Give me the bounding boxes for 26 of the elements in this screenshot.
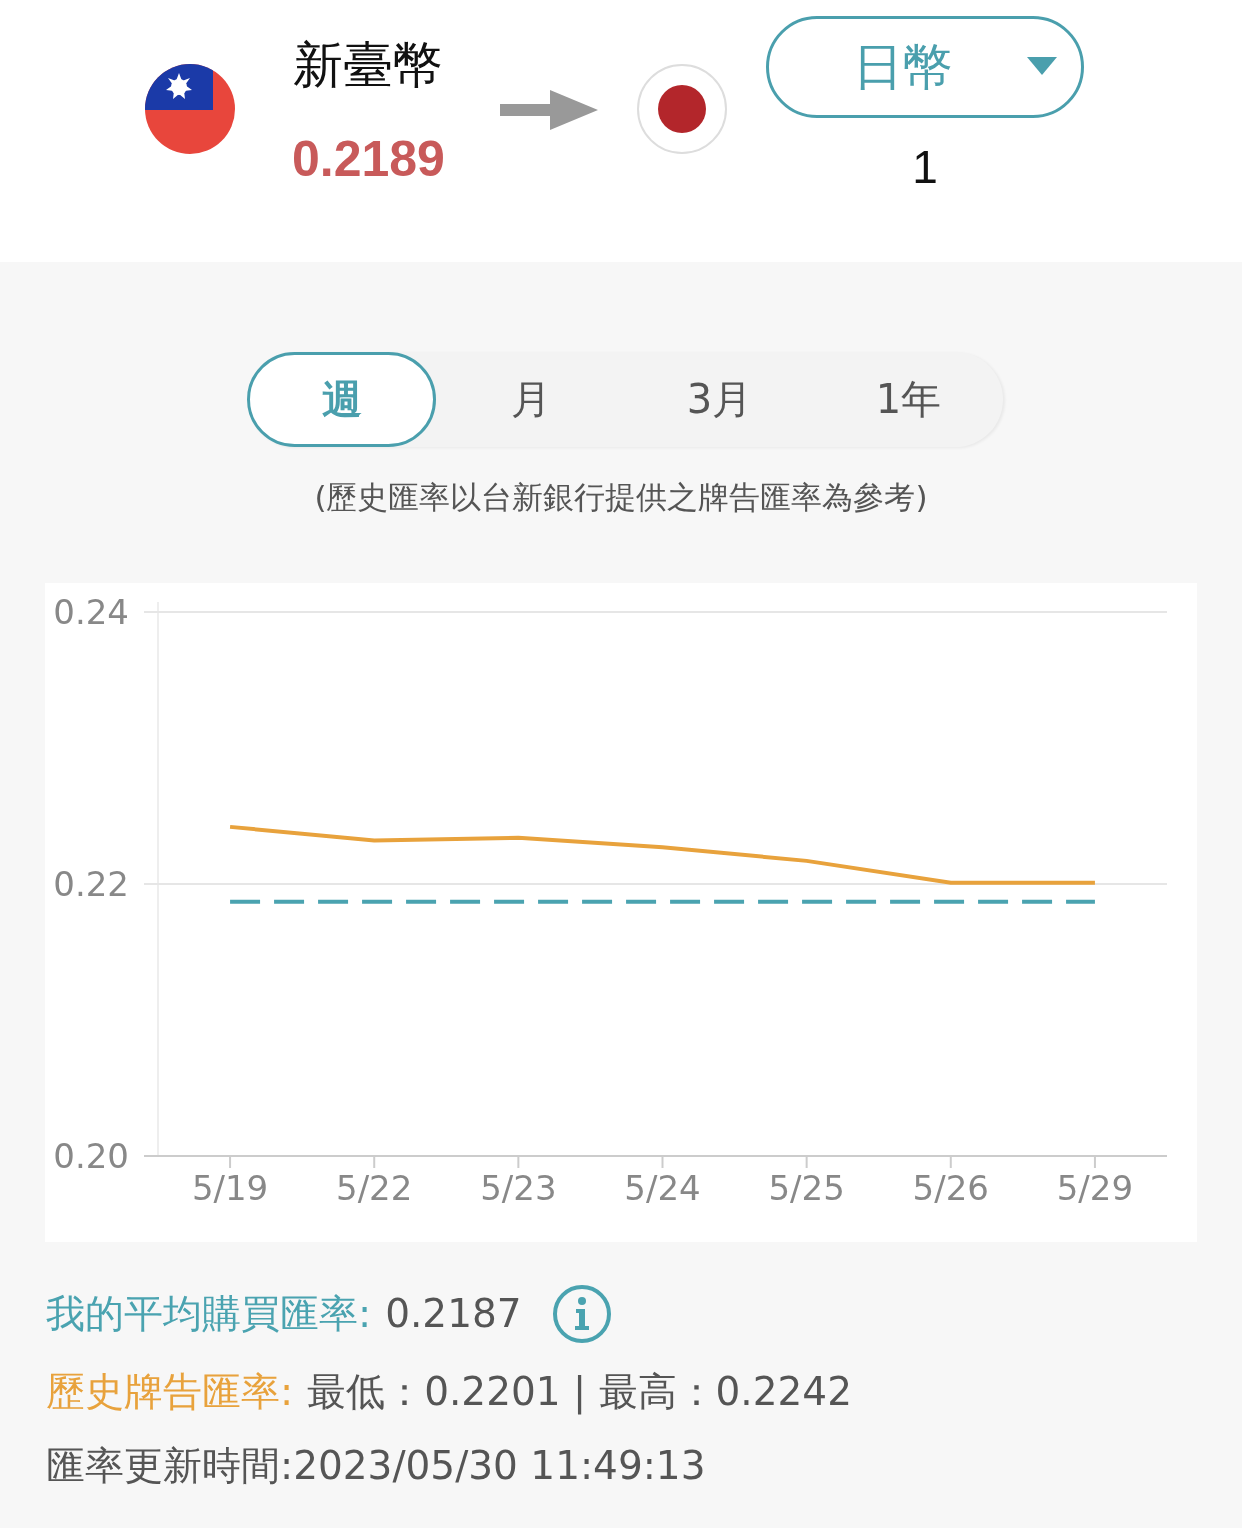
amount: 1 [912,140,938,194]
average-value: 0.2187 [385,1290,522,1338]
axis-label: 5/25 [768,1168,845,1208]
axis-label: 0.22 [53,864,129,904]
axis-label: 0.20 [53,1136,129,1176]
axis-label: 5/19 [191,1168,269,1208]
period-tab[interactable]: 月 [436,352,625,447]
history-label: 歷史牌告匯率: [46,1368,294,1416]
axis-label: 5/22 [336,1168,413,1208]
flag-icon [635,63,728,155]
axis-label: 5/29 [1056,1168,1134,1208]
currency-name: 新臺幣 [293,35,444,96]
caret-icon [1026,57,1057,77]
period-tab[interactable]: 3月 [625,352,814,447]
axis-label: 5/24 [624,1168,701,1208]
average-label: 我的平均購買匯率: [46,1290,372,1338]
note: (歷史匯率以台新銀行提供之牌告匯率為參考) [314,478,928,517]
axis-label: 5/26 [912,1168,989,1208]
info-icon[interactable] [551,1284,612,1344]
exchange-rate: 0.2189 [292,130,445,189]
arrow-icon [499,88,600,132]
period-tab[interactable]: 1年 [814,352,1003,447]
history-value: 最低：0.2201 | 最高：0.2242 [307,1368,852,1417]
axis-label: 0.24 [53,592,129,632]
axis-label: 5/23 [480,1168,557,1208]
update-time: 匯率更新時間:2023/05/30 11:49:13 [46,1442,706,1490]
